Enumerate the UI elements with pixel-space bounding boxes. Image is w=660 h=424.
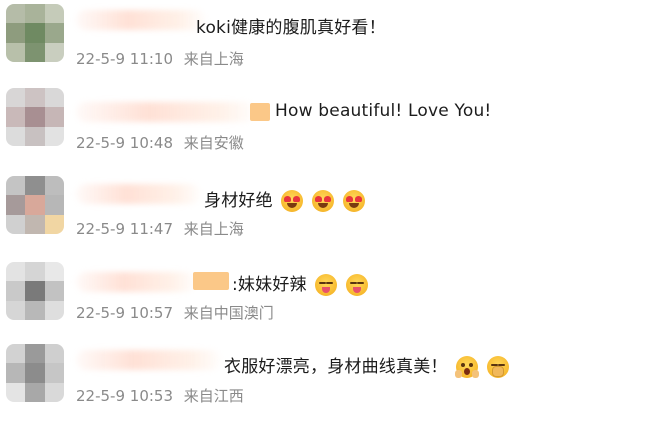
comment-location: 来自江西 <box>183 387 244 405</box>
avatar[interactable] <box>6 4 64 62</box>
comment-location: 来自上海 <box>183 50 244 68</box>
comment-item: 身材好绝 22-5-9 11:47 来自上海 <box>0 172 660 256</box>
comment-item: 衣服好漂亮，身材曲线真美！ 22-5-9 10:53 来自江西 <box>0 340 660 424</box>
username[interactable] <box>76 184 201 204</box>
comment-meta: 22-5-9 10:57 来自中国澳门 <box>76 302 274 323</box>
username[interactable] <box>76 272 196 292</box>
comment-date: 22-5-9 <box>76 50 125 68</box>
comment-text: 身材好绝 <box>204 186 365 212</box>
scream-emoji <box>455 356 480 378</box>
comment-date: 22-5-9 <box>76 220 125 238</box>
avatar[interactable] <box>6 176 64 234</box>
username-chip <box>193 272 229 290</box>
comment-item: :妹妹好辣 22-5-9 10:57 来自中国澳门 <box>0 258 660 342</box>
comment-time: 11:10 <box>129 50 174 68</box>
comment-text: How beautiful! Love You! <box>275 101 492 121</box>
comment-time: 10:48 <box>129 134 174 152</box>
tongue-emoji <box>315 274 338 296</box>
comment-date: 22-5-9 <box>76 387 125 405</box>
comment-item: How beautiful! Love You! 22-5-9 10:48 来自… <box>0 84 660 168</box>
hushed-hands-emoji <box>486 356 509 378</box>
comment-location: 来自中国澳门 <box>183 304 274 322</box>
heart-eyes-emoji <box>342 190 365 212</box>
comment-meta: 22-5-9 10:48 来自安徽 <box>76 132 244 153</box>
comment-text: 衣服好漂亮，身材曲线真美！ <box>224 352 509 378</box>
avatar[interactable] <box>6 344 64 402</box>
username[interactable] <box>76 102 256 122</box>
comment-time: 10:57 <box>129 304 174 322</box>
comment-meta: 22-5-9 10:53 来自江西 <box>76 385 244 406</box>
avatar[interactable] <box>6 262 64 320</box>
heart-eyes-emoji <box>312 190 335 212</box>
comment-date: 22-5-9 <box>76 304 125 322</box>
comment-location: 来自安徽 <box>183 134 244 152</box>
username[interactable] <box>76 350 221 370</box>
username[interactable] <box>76 10 206 30</box>
comment-item: koki健康的腹肌真好看！ 22-5-9 11:10 来自上海 <box>0 0 660 84</box>
comment-text: koki健康的腹肌真好看！ <box>196 18 386 38</box>
comment-date: 22-5-9 <box>76 134 125 152</box>
comment-text: :妹妹好辣 <box>232 270 368 296</box>
avatar[interactable] <box>6 88 64 146</box>
comment-location: 来自上海 <box>183 220 244 238</box>
comment-time: 10:53 <box>129 387 174 405</box>
comment-meta: 22-5-9 11:47 来自上海 <box>76 218 244 239</box>
tongue-emoji <box>345 274 368 296</box>
comment-meta: 22-5-9 11:10 来自上海 <box>76 48 244 69</box>
heart-eyes-emoji <box>281 190 304 212</box>
username-chip <box>250 103 270 121</box>
comment-time: 11:47 <box>129 220 174 238</box>
